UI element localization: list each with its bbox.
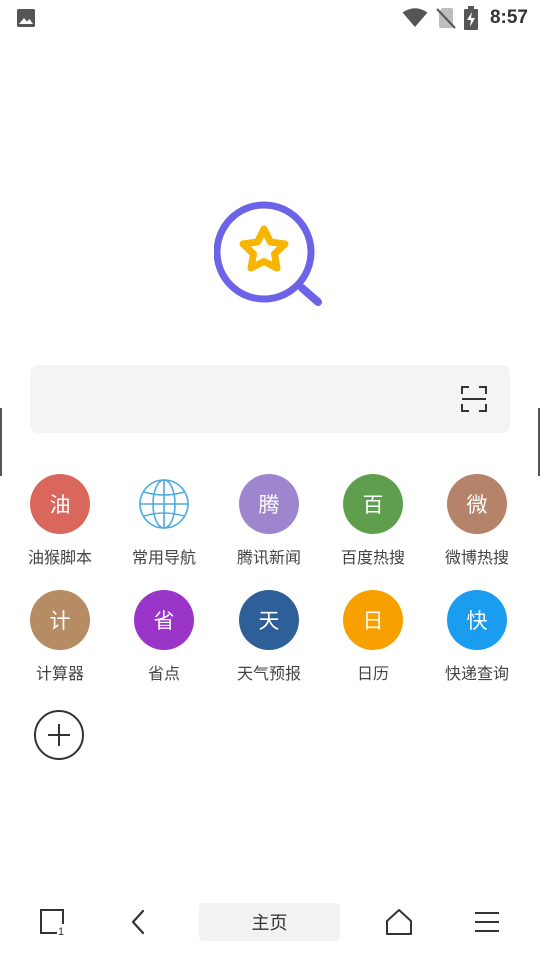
globe-icon bbox=[139, 479, 189, 529]
shortcut-label: 百度热搜 bbox=[340, 548, 405, 567]
shortcut-label: 快递查询 bbox=[444, 664, 509, 683]
battery-charging-icon bbox=[463, 6, 478, 30]
search-bar[interactable] bbox=[30, 365, 510, 435]
shortcut-label: 日历 bbox=[356, 664, 389, 683]
tabs-button[interactable]: 1 bbox=[28, 895, 78, 949]
shortcut-item[interactable]: 日 日历 bbox=[323, 590, 423, 684]
tabs-count: 1 bbox=[58, 926, 64, 937]
shortcut-icon: 腾 bbox=[239, 474, 299, 534]
search-star-logo-icon bbox=[214, 201, 322, 306]
shortcut-icon: 日 bbox=[343, 590, 403, 650]
shortcut-icon: 快 bbox=[447, 590, 507, 650]
home-icon bbox=[386, 909, 412, 935]
edge-handle-left[interactable] bbox=[0, 408, 2, 476]
shortcut-item[interactable]: 计 计算器 bbox=[10, 590, 110, 684]
shortcut-item[interactable]: 省 省点 bbox=[114, 590, 214, 684]
menu-button[interactable] bbox=[466, 895, 508, 949]
shortcut-icon: 计 bbox=[30, 590, 90, 650]
back-button[interactable] bbox=[118, 895, 158, 949]
plus-icon bbox=[48, 724, 70, 746]
shortcut-icon: 油 bbox=[30, 474, 90, 534]
no-sim-icon bbox=[436, 8, 456, 29]
shortcut-item[interactable]: 百 百度热搜 bbox=[323, 474, 423, 568]
shortcut-item[interactable]: 油 油猴脚本 bbox=[10, 474, 110, 568]
shortcut-label: 计算器 bbox=[35, 664, 84, 683]
shortcut-icon: 天 bbox=[239, 590, 299, 650]
tabs-icon: 1 bbox=[40, 909, 64, 937]
shortcut-label: 腾讯新闻 bbox=[236, 548, 301, 567]
shortcut-label: 油猴脚本 bbox=[27, 548, 92, 567]
shortcut-icon: 百 bbox=[343, 474, 403, 534]
shortcut-label: 微博热搜 bbox=[444, 548, 509, 567]
shortcut-item[interactable]: 微 微博热搜 bbox=[427, 474, 527, 568]
status-time: 8:57 bbox=[489, 7, 528, 28]
bottom-nav: 1 主页 bbox=[0, 895, 540, 949]
shortcut-icon: 省 bbox=[134, 590, 194, 650]
add-shortcut-button[interactable] bbox=[34, 710, 84, 760]
status-bar: 8:57 bbox=[0, 0, 540, 36]
shortcut-item[interactable]: 腾 腾讯新闻 bbox=[219, 474, 319, 568]
menu-icon bbox=[475, 912, 499, 932]
shortcut-icon: 微 bbox=[447, 474, 507, 534]
shortcut-label: 常用导航 bbox=[131, 548, 196, 567]
shortcut-label: 省点 bbox=[147, 664, 180, 683]
search-input[interactable] bbox=[46, 365, 450, 435]
home-page-tab[interactable]: 主页 bbox=[199, 903, 340, 941]
scan-icon[interactable] bbox=[460, 385, 488, 413]
home-button[interactable] bbox=[378, 895, 420, 949]
back-icon bbox=[131, 909, 145, 935]
shortcut-item[interactable]: 天 天气预报 bbox=[219, 590, 319, 684]
wifi-icon bbox=[402, 8, 428, 27]
shortcut-item[interactable]: 快 快递查询 bbox=[427, 590, 527, 684]
shortcut-label: 天气预报 bbox=[236, 664, 301, 683]
shortcut-item[interactable]: 常用导航 bbox=[114, 474, 214, 568]
image-icon bbox=[17, 9, 35, 27]
